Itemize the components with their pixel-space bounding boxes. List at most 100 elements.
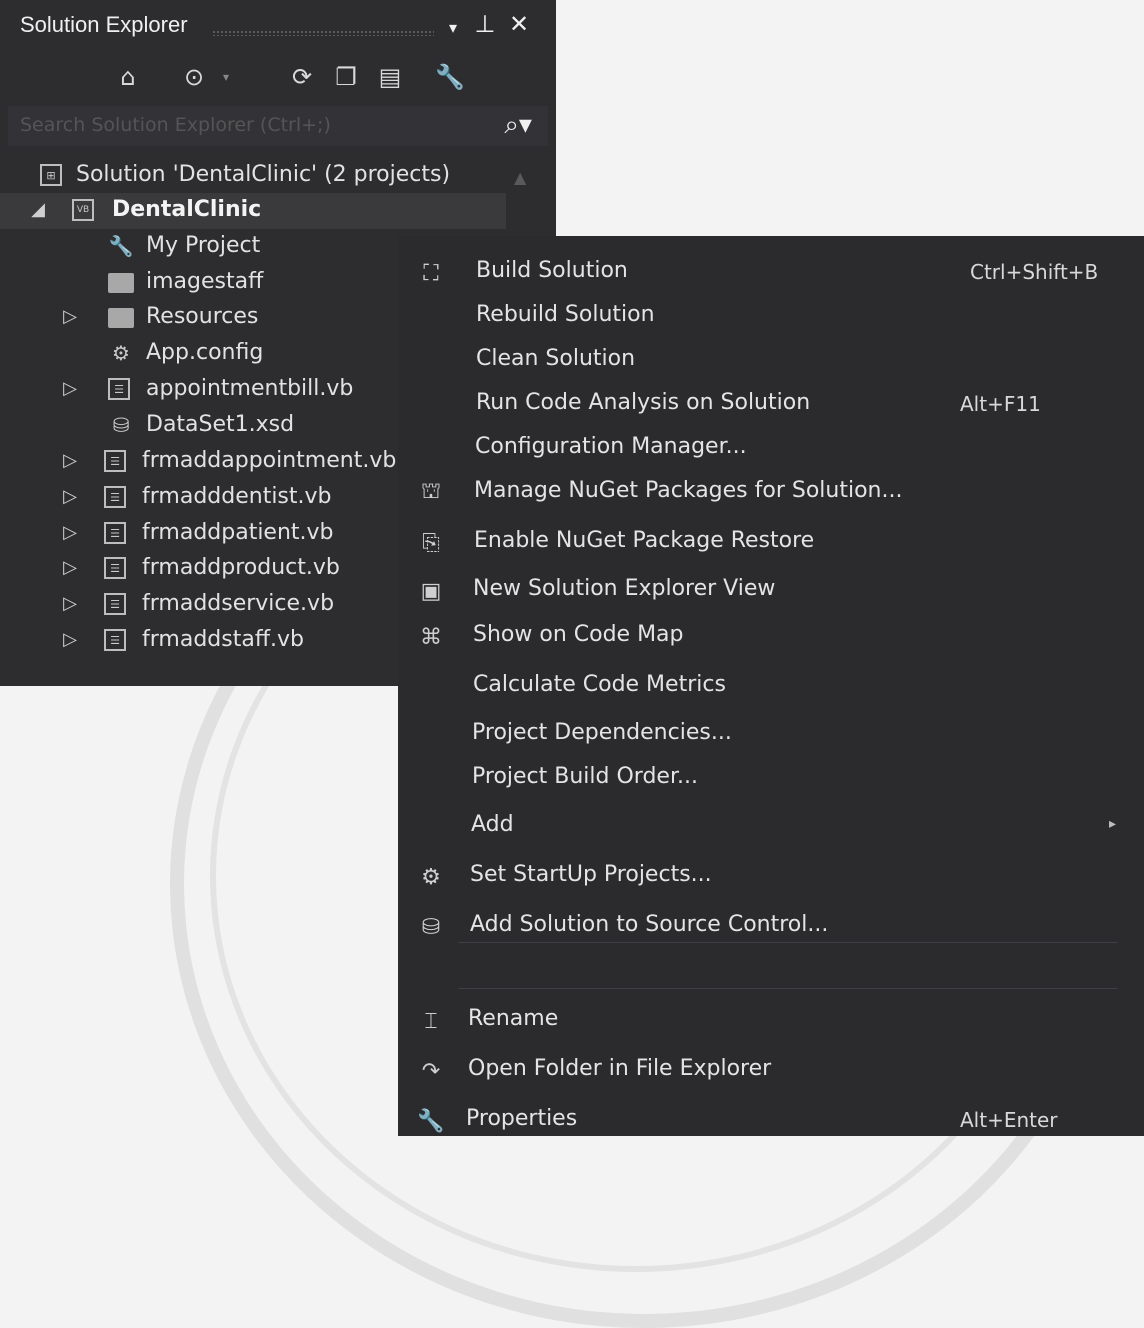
expand-arrow-icon[interactable]: ▷ — [60, 450, 80, 471]
menu-item-label: Project Dependencies... — [472, 720, 732, 745]
folder-icon — [108, 308, 134, 328]
tree-item-label: App.config — [146, 340, 264, 365]
open-folder-icon: ↷ — [421, 1058, 441, 1084]
menu-item-label: Rename — [468, 1006, 559, 1031]
solution-explorer-toolbar: ⌂ ⊙ ▾ ⟳ ❐ ▤ 🔧 — [0, 56, 556, 100]
form-file-icon: ☰ — [108, 378, 130, 400]
menu-item-label: Properties — [466, 1106, 578, 1131]
tree-item-label: DataSet1.xsd — [146, 412, 295, 437]
home-icon[interactable]: ⌂ — [112, 60, 144, 94]
menu-item-open-folder-in-file-explorer[interactable]: ↷ Open Folder in File Explorer — [398, 1048, 1144, 1092]
menu-item-label: Manage NuGet Packages for Solution... — [474, 478, 903, 503]
menu-separator — [458, 988, 1118, 989]
menu-item-clean-solution[interactable]: Clean Solution — [398, 338, 1144, 382]
history-dropdown-icon[interactable]: ▾ — [210, 60, 242, 94]
solution-explorer-title: Solution Explorer — [20, 12, 188, 37]
menu-item-label: Rebuild Solution — [476, 302, 655, 327]
menu-item-project-build-order[interactable]: Project Build Order... — [398, 756, 1144, 800]
wrench-icon: 🔧 — [108, 234, 134, 258]
dropdown-arrow-icon[interactable]: ▾ — [440, 18, 466, 37]
folder-icon — [108, 273, 134, 293]
menu-item-set-startup-projects[interactable]: ⚙ Set StartUp Projects... — [398, 854, 1144, 898]
menu-item-shortcut: Alt+F11 — [960, 392, 1041, 416]
properties-wrench-icon[interactable]: 🔧 — [434, 60, 466, 94]
tree-item-label: imagestaff — [146, 269, 264, 294]
expand-arrow-icon[interactable]: ▷ — [60, 378, 80, 399]
search-icon[interactable]: ⌕▾ — [504, 110, 532, 141]
expand-arrow-icon[interactable]: ▷ — [60, 629, 80, 650]
form-file-icon: ☰ — [104, 486, 126, 508]
solution-label: Solution 'DentalClinic' (2 projects) — [76, 162, 451, 187]
menu-item-label: Add — [471, 812, 514, 837]
menu-item-enable-nuget-package-restore[interactable]: ⎘ Enable NuGet Package Restore — [398, 520, 1144, 564]
tree-item-label: frmadddentist.vb — [142, 484, 332, 509]
menu-item-show-on-code-map[interactable]: ⌘ Show on Code Map — [398, 614, 1144, 658]
tree-item-label: Resources — [146, 304, 259, 329]
sync-icon[interactable]: ⟳ — [286, 60, 318, 94]
menu-item-properties[interactable]: 🔧 Properties Alt+Enter — [398, 1098, 1144, 1142]
menu-item-build-solution[interactable]: ⛶ Build Solution Ctrl+Shift+B — [398, 250, 1144, 294]
menu-item-rename[interactable]: ⌶ Rename — [398, 998, 1144, 1042]
menu-item-label: Open Folder in File Explorer — [468, 1056, 772, 1081]
menu-item-run-code-analysis-on-solution[interactable]: Run Code Analysis on Solution Alt+F11 — [398, 382, 1144, 426]
menu-item-label: Clean Solution — [476, 346, 636, 371]
expand-arrow-icon[interactable]: ▷ — [60, 593, 80, 614]
dataset-icon: ⛁ — [112, 413, 130, 437]
collapse-arrow-icon[interactable]: ◢ — [28, 199, 48, 220]
gear-icon: ⚙ — [421, 864, 441, 890]
source-control-icon: ⛁ — [421, 914, 441, 940]
menu-item-label: Add Solution to Source Control... — [470, 912, 829, 937]
tree-row-solution[interactable]: ⊞ Solution 'DentalClinic' (2 projects) — [0, 158, 556, 194]
form-file-icon: ☰ — [104, 557, 126, 579]
menu-item-rebuild-solution[interactable]: Rebuild Solution — [398, 294, 1144, 338]
project-label: DentalClinic — [112, 197, 262, 222]
tree-item-label: appointmentbill.vb — [146, 376, 354, 401]
menu-separator — [458, 942, 1118, 943]
menu-item-label: New Solution Explorer View — [473, 576, 776, 601]
history-icon[interactable]: ⊙ — [178, 60, 210, 94]
menu-item-label: Show on Code Map — [473, 622, 684, 647]
tree-item-label: frmaddpatient.vb — [142, 520, 334, 545]
collapse-all-icon[interactable]: ❐ — [330, 60, 362, 94]
submenu-arrow-icon: ▸ — [1108, 816, 1116, 832]
build-icon: ⛶ — [423, 260, 439, 286]
menu-item-label: Configuration Manager... — [475, 434, 747, 459]
menu-item-project-dependencies[interactable]: Project Dependencies... — [398, 712, 1144, 756]
tree-item-label: My Project — [146, 233, 261, 258]
menu-item-configuration-manager[interactable]: Configuration Manager... — [398, 426, 1144, 470]
config-icon: ⚙ — [112, 341, 130, 365]
search-input[interactable]: Search Solution Explorer (Ctrl+;) — [20, 114, 331, 136]
menu-item-label: Enable NuGet Package Restore — [474, 528, 815, 553]
form-file-icon: ☰ — [104, 522, 126, 544]
titlebar-grip[interactable] — [212, 30, 434, 36]
menu-item-add[interactable]: Add ▸ — [398, 804, 1144, 848]
close-icon[interactable]: ✕ — [506, 10, 532, 38]
tree-item-label: frmaddappointment.vb — [142, 448, 397, 473]
menu-item-shortcut: Ctrl+Shift+B — [970, 260, 1099, 284]
show-all-files-icon[interactable]: ▤ — [374, 60, 406, 94]
menu-item-label: Project Build Order... — [472, 764, 698, 789]
vb-project-icon: VB — [72, 199, 94, 221]
rename-icon: ⌶ — [424, 1008, 438, 1034]
menu-item-label: Run Code Analysis on Solution — [476, 390, 811, 415]
expand-arrow-icon[interactable]: ▷ — [60, 486, 80, 507]
form-file-icon: ☰ — [104, 450, 126, 472]
menu-item-manage-nuget-packages-for-solution[interactable]: ⛫ Manage NuGet Packages for Solution... — [398, 470, 1144, 514]
menu-item-label: Calculate Code Metrics — [473, 672, 726, 697]
tree-item-label: frmaddservice.vb — [142, 591, 335, 616]
expand-arrow-icon[interactable]: ▷ — [60, 306, 80, 327]
expand-arrow-icon[interactable]: ▷ — [60, 557, 80, 578]
menu-item-shortcut: Alt+Enter — [960, 1108, 1058, 1132]
tree-row-project[interactable]: ◢ VB DentalClinic — [0, 193, 506, 229]
expand-arrow-icon[interactable]: ▷ — [60, 522, 80, 543]
solution-explorer-search[interactable]: Search Solution Explorer (Ctrl+;) ⌕▾ — [8, 106, 548, 146]
menu-item-calculate-code-metrics[interactable]: Calculate Code Metrics — [398, 664, 1144, 708]
form-file-icon: ☰ — [104, 629, 126, 651]
tree-item-label: frmaddstaff.vb — [142, 627, 304, 652]
menu-item-new-solution-explorer-view[interactable]: ▣ New Solution Explorer View — [398, 568, 1144, 612]
context-menu: ⛶ Build Solution Ctrl+Shift+B Rebuild Solut… — [398, 236, 1144, 1136]
scroll-up-arrow-icon[interactable]: ▲ — [514, 168, 526, 187]
pin-icon[interactable]: ⊥ — [472, 10, 498, 38]
menu-item-label: Build Solution — [476, 258, 628, 283]
package-restore-icon: ⎘ — [422, 530, 440, 556]
